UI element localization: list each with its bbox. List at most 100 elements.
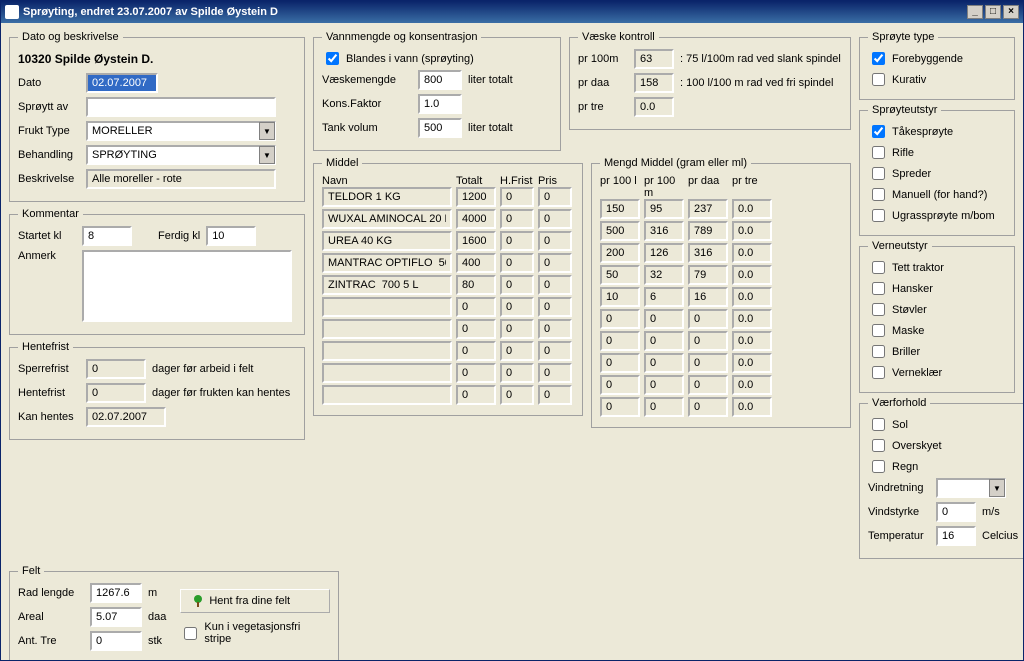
- mengd-prtre[interactable]: [732, 243, 772, 263]
- middel-totalt[interactable]: [456, 275, 496, 295]
- middel-pris[interactable]: [538, 319, 572, 339]
- middel-pris[interactable]: [538, 231, 572, 251]
- mengd-prdaa[interactable]: [688, 287, 728, 307]
- temperatur-input[interactable]: [936, 526, 976, 546]
- verneutstyr-checkbox[interactable]: [872, 303, 885, 316]
- mengd-prdaa[interactable]: [688, 309, 728, 329]
- mengd-pr100m[interactable]: [644, 287, 684, 307]
- mengd-prtre[interactable]: [732, 287, 772, 307]
- mengd-pr100l[interactable]: [600, 287, 640, 307]
- mengd-prdaa[interactable]: [688, 221, 728, 241]
- hentefrist-input[interactable]: [86, 383, 146, 403]
- middel-hfrist[interactable]: [500, 363, 534, 383]
- vaer-checkbox[interactable]: [872, 439, 885, 452]
- middel-navn[interactable]: [322, 363, 452, 383]
- mengd-pr100m[interactable]: [644, 397, 684, 417]
- mengd-prtre[interactable]: [732, 309, 772, 329]
- mengd-pr100l[interactable]: [600, 309, 640, 329]
- frukt-select[interactable]: [86, 121, 276, 141]
- sproyteutstyr-checkbox[interactable]: [872, 209, 885, 222]
- middel-pris[interactable]: [538, 209, 572, 229]
- middel-totalt[interactable]: [456, 231, 496, 251]
- maximize-button[interactable]: □: [985, 5, 1001, 19]
- kun-vegetasjon-checkbox[interactable]: [184, 627, 197, 640]
- middel-pris[interactable]: [538, 187, 572, 207]
- close-button[interactable]: ×: [1003, 5, 1019, 19]
- mengd-pr100m[interactable]: [644, 221, 684, 241]
- mengd-prtre[interactable]: [732, 331, 772, 351]
- middel-pris[interactable]: [538, 297, 572, 317]
- sproyteutstyr-checkbox[interactable]: [872, 167, 885, 180]
- verneutstyr-checkbox[interactable]: [872, 345, 885, 358]
- middel-pris[interactable]: [538, 275, 572, 295]
- mengd-prtre[interactable]: [732, 353, 772, 373]
- mengd-pr100m[interactable]: [644, 331, 684, 351]
- radlengde-input[interactable]: [90, 583, 142, 603]
- sproyteutstyr-checkbox[interactable]: [872, 188, 885, 201]
- mengd-prdaa[interactable]: [688, 243, 728, 263]
- mengd-pr100m[interactable]: [644, 375, 684, 395]
- sproytt-input[interactable]: [86, 97, 276, 117]
- middel-hfrist[interactable]: [500, 319, 534, 339]
- konsfaktor-input[interactable]: [418, 94, 462, 114]
- mengd-prtre[interactable]: [732, 199, 772, 219]
- mengd-pr100m[interactable]: [644, 243, 684, 263]
- mengd-prdaa[interactable]: [688, 353, 728, 373]
- verneutstyr-checkbox[interactable]: [872, 324, 885, 337]
- middel-totalt[interactable]: [456, 209, 496, 229]
- middel-totalt[interactable]: [456, 187, 496, 207]
- middel-hfrist[interactable]: [500, 385, 534, 405]
- vindretning-select[interactable]: [936, 478, 1006, 498]
- behandling-select[interactable]: [86, 145, 276, 165]
- mengd-prdaa[interactable]: [688, 397, 728, 417]
- middel-navn[interactable]: [322, 253, 452, 273]
- mengd-pr100l[interactable]: [600, 221, 640, 241]
- vaer-checkbox[interactable]: [872, 418, 885, 431]
- middel-hfrist[interactable]: [500, 209, 534, 229]
- middel-totalt[interactable]: [456, 319, 496, 339]
- verneutstyr-checkbox[interactable]: [872, 366, 885, 379]
- dato-input[interactable]: [86, 73, 158, 93]
- mengd-prdaa[interactable]: [688, 265, 728, 285]
- mengd-prtre[interactable]: [732, 221, 772, 241]
- mengd-prtre[interactable]: [732, 375, 772, 395]
- middel-hfrist[interactable]: [500, 253, 534, 273]
- mengd-pr100l[interactable]: [600, 375, 640, 395]
- ferdig-input[interactable]: [206, 226, 256, 246]
- middel-hfrist[interactable]: [500, 187, 534, 207]
- mengd-pr100l[interactable]: [600, 199, 640, 219]
- middel-navn[interactable]: [322, 341, 452, 361]
- mengd-pr100m[interactable]: [644, 199, 684, 219]
- mengd-pr100m[interactable]: [644, 353, 684, 373]
- middel-pris[interactable]: [538, 363, 572, 383]
- mengd-prdaa[interactable]: [688, 375, 728, 395]
- mengd-pr100l[interactable]: [600, 331, 640, 351]
- hent-felt-button[interactable]: Hent fra dine felt: [180, 589, 330, 613]
- mengd-pr100m[interactable]: [644, 265, 684, 285]
- middel-hfrist[interactable]: [500, 341, 534, 361]
- middel-pris[interactable]: [538, 341, 572, 361]
- kurativ-checkbox[interactable]: [872, 73, 885, 86]
- middel-navn[interactable]: [322, 209, 452, 229]
- vaer-checkbox[interactable]: [872, 460, 885, 473]
- mengd-pr100m[interactable]: [644, 309, 684, 329]
- middel-totalt[interactable]: [456, 253, 496, 273]
- mengd-prtre[interactable]: [732, 397, 772, 417]
- middel-navn[interactable]: [322, 187, 452, 207]
- middel-navn[interactable]: [322, 231, 452, 251]
- sproyteutstyr-checkbox[interactable]: [872, 125, 885, 138]
- middel-totalt[interactable]: [456, 385, 496, 405]
- middel-hfrist[interactable]: [500, 297, 534, 317]
- middel-totalt[interactable]: [456, 363, 496, 383]
- verneutstyr-checkbox[interactable]: [872, 261, 885, 274]
- anmerk-textarea[interactable]: [82, 250, 292, 322]
- beskrivelse-input[interactable]: [86, 169, 276, 189]
- middel-totalt[interactable]: [456, 297, 496, 317]
- forebyggende-checkbox[interactable]: [872, 52, 885, 65]
- middel-pris[interactable]: [538, 253, 572, 273]
- areal-input[interactable]: [90, 607, 142, 627]
- tankvolum-input[interactable]: [418, 118, 462, 138]
- mengd-pr100l[interactable]: [600, 353, 640, 373]
- mengd-pr100l[interactable]: [600, 397, 640, 417]
- kanhentes-input[interactable]: [86, 407, 166, 427]
